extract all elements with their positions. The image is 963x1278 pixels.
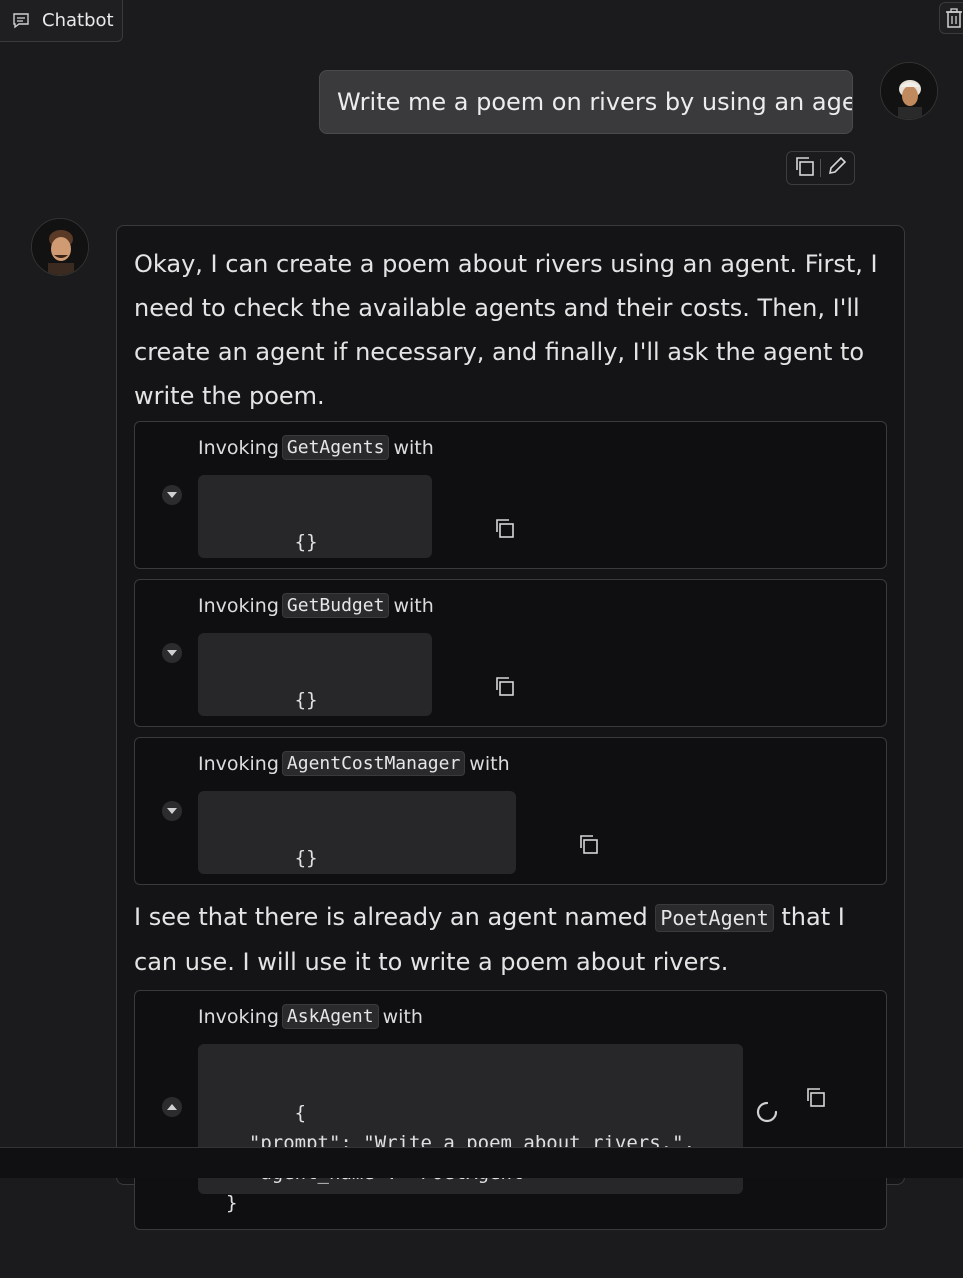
copy-code-button[interactable]	[401, 645, 515, 736]
tool-suffix: with	[393, 594, 434, 617]
chevron-down-icon	[167, 808, 177, 814]
copy-icon	[495, 677, 514, 696]
actions-divider	[819, 159, 821, 177]
clear-chat-button[interactable]	[939, 2, 963, 34]
copy-code-button[interactable]	[485, 803, 599, 894]
middle-text-before: I see that there is already an agent nam…	[134, 903, 648, 931]
user-avatar	[880, 62, 938, 120]
copy-code-button[interactable]	[401, 487, 515, 578]
chatbot-title: Chatbot	[42, 10, 114, 31]
tool-prefix: Invoking	[198, 752, 279, 775]
tool-name: GetAgents	[281, 435, 390, 460]
tool-args-code: {}	[198, 475, 514, 558]
collapse-toggle[interactable]	[162, 643, 182, 663]
chevron-down-icon	[167, 650, 177, 656]
copy-icon	[796, 157, 815, 176]
bot-message-bubble: Okay, I can create a poem about rivers u…	[116, 225, 905, 1230]
input-area-edge	[0, 1147, 963, 1178]
tool-name: GetBudget	[281, 593, 390, 618]
trash-icon	[946, 8, 962, 28]
tool-args-code: {}	[198, 633, 514, 716]
copy-icon	[806, 1088, 825, 1107]
tool-args-text: {}	[294, 847, 318, 869]
tool-call-get-budget: Invoking GetBudget with {}	[134, 579, 887, 727]
tool-suffix: with	[469, 752, 510, 775]
tool-suffix: with	[382, 1005, 423, 1028]
tool-suffix: with	[393, 436, 434, 459]
tool-call-header: Invoking GetBudget with	[198, 593, 434, 618]
tool-args-text: {}	[294, 531, 318, 553]
tool-call-agent-cost-manager: Invoking AgentCostManager with {}	[134, 737, 887, 885]
collapse-toggle[interactable]	[162, 801, 182, 821]
bot-intro-text: Okay, I can create a poem about rivers u…	[134, 250, 878, 410]
pencil-icon	[828, 156, 846, 175]
chatbot-label: Chatbot	[0, 0, 123, 42]
chevron-up-icon	[167, 1104, 177, 1110]
tool-call-get-agents: Invoking GetAgents with {}	[134, 421, 887, 569]
copy-icon	[579, 835, 598, 854]
chat-icon	[13, 12, 29, 28]
tool-call-ask-agent: Invoking AskAgent with { "prompt": "Writ…	[134, 990, 887, 1230]
user-message-bubble: Write me a poem on rivers by using an ag…	[319, 70, 853, 134]
bot-avatar	[31, 218, 89, 276]
tool-name: AskAgent	[281, 1004, 379, 1029]
tool-args-code: {}	[198, 791, 598, 874]
message-actions	[786, 151, 855, 185]
tool-args-text: {}	[294, 689, 318, 711]
copy-message-button[interactable]	[793, 155, 815, 181]
tool-prefix: Invoking	[198, 1005, 279, 1028]
collapse-toggle[interactable]	[162, 1097, 182, 1117]
loading-spinner-icon	[756, 1101, 778, 1123]
agent-name-code: PoetAgent	[655, 904, 774, 932]
tool-call-header: Invoking GetAgents with	[198, 435, 434, 460]
tool-prefix: Invoking	[198, 436, 279, 459]
edit-message-button[interactable]	[826, 155, 848, 181]
copy-icon	[495, 519, 514, 538]
tool-call-header: Invoking AgentCostManager with	[198, 751, 510, 776]
user-message-text: Write me a poem on rivers by using an ag…	[337, 88, 853, 116]
chevron-down-icon	[167, 492, 177, 498]
collapse-toggle[interactable]	[162, 485, 182, 505]
tool-call-header: Invoking AskAgent with	[198, 1004, 423, 1029]
tool-prefix: Invoking	[198, 594, 279, 617]
tool-name: AgentCostManager	[281, 751, 466, 776]
